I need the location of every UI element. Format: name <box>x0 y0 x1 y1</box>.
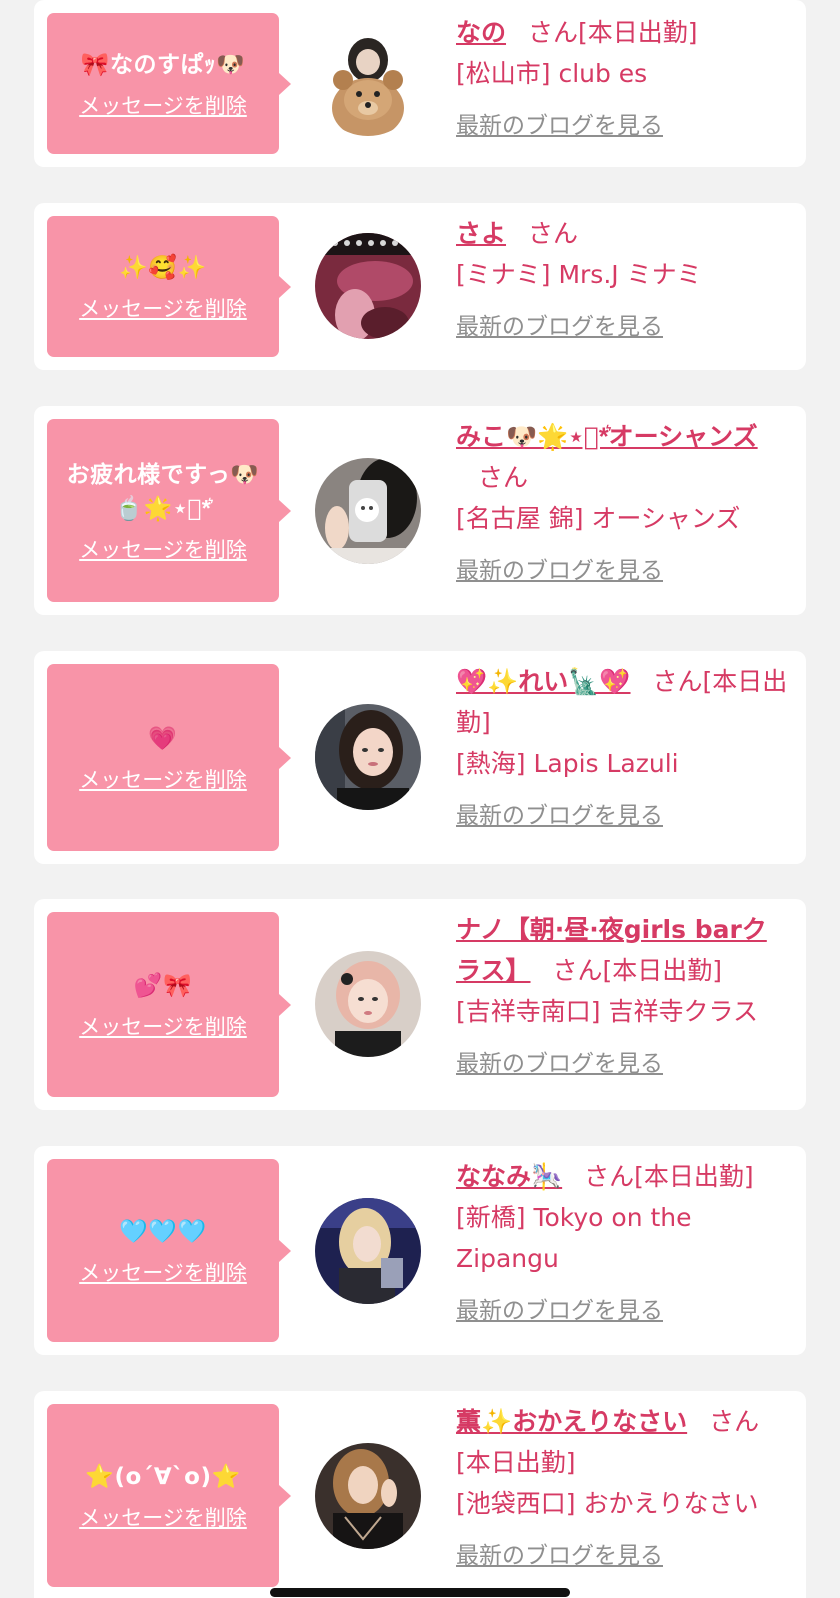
cast-info: さよ さん [ミナミ] Mrs.J ミナミ 最新のブログを見る <box>456 213 790 348</box>
message-text: 🎀なのすぱｯ🐶 <box>80 51 246 78</box>
message-bubble: お疲れ様ですっ🐶🍵🌟⋆͛*͛ メッセージを削除 <box>47 419 291 602</box>
mirror-selfie-photo-icon <box>315 458 421 564</box>
cast-name-link[interactable]: みこ🐶🌟⋆͛*͛オーシャンズ <box>456 422 758 451</box>
favorite-cast-list: 🎀なのすぱｯ🐶 メッセージを削除 なの さん[本日出勤] [松山市] club … <box>0 0 840 1598</box>
message-bubble: 🩵🩵🩵 メッセージを削除 <box>47 1159 291 1342</box>
list-item: 🩵🩵🩵 メッセージを削除 ななみ🎠 さん[本日出勤] [新橋] Tokyo on … <box>34 1146 806 1355</box>
avatar[interactable] <box>315 233 421 339</box>
pink-hair-portrait-photo-icon <box>315 951 421 1057</box>
pink-room-photo-icon <box>315 233 421 339</box>
honorific: さん <box>709 1407 760 1436</box>
latest-blog-link[interactable]: 最新のブログを見る <box>456 796 663 837</box>
honorific: さん <box>528 219 579 248</box>
dark-dress-portrait-photo-icon <box>315 1443 421 1549</box>
cast-name-link[interactable]: 薫✨おかえりなさい <box>456 1407 687 1436</box>
honorific: さん <box>652 667 703 696</box>
list-item: ⭐(o´∀`o)⭐ メッセージを削除 薫✨おかえりなさい さん [本日出勤] [池袋… <box>34 1391 806 1598</box>
cast-name-link[interactable]: ななみ🎠 <box>456 1162 562 1191</box>
latest-blog-link[interactable]: 最新のブログを見る <box>456 106 663 147</box>
avatar[interactable] <box>315 704 421 810</box>
shop-info: [ミナミ] Mrs.J ミナミ <box>456 260 702 289</box>
portrait-photo-icon <box>315 704 421 810</box>
list-item: 🎀なのすぱｯ🐶 メッセージを削除 なの さん[本日出勤] [松山市] club … <box>34 0 806 167</box>
latest-blog-link[interactable]: 最新のブログを見る <box>456 1291 663 1332</box>
avatar[interactable] <box>315 30 421 136</box>
work-status: [本日出勤] <box>634 1162 754 1191</box>
list-item: 💗 メッセージを削除 💖✨れい🗽💖 さん[本日出勤] [熱海] Lapis Laz… <box>34 651 806 864</box>
teddy-bear-photo-icon <box>315 30 421 136</box>
shop-info: [池袋西口] おかえりなさい <box>456 1489 759 1518</box>
shop-info: [松山市] club es <box>456 59 648 88</box>
avatar[interactable] <box>315 458 421 564</box>
cast-info: 💖✨れい🗽💖 さん[本日出勤] [熱海] Lapis Lazuli 最新のブログを… <box>456 661 790 837</box>
avatar[interactable] <box>315 951 421 1057</box>
cast-info: みこ🐶🌟⋆͛*͛オーシャンズさん [名古屋 錦] オーシャンズ 最新のブログを見… <box>456 416 790 592</box>
shop-info: [名古屋 錦] オーシャンズ <box>456 504 741 533</box>
shop-info: [吉祥寺南口] 吉祥寺クラス <box>456 997 758 1026</box>
blonde-portrait-photo-icon <box>315 1198 421 1304</box>
cast-info: ななみ🎠 さん[本日出勤] [新橋] Tokyo on the Zipangu 最… <box>456 1156 790 1332</box>
message-text: ✨🥰✨ <box>119 254 207 281</box>
message-bubble: 🎀なのすぱｯ🐶 メッセージを削除 <box>47 13 291 154</box>
latest-blog-link[interactable]: 最新のブログを見る <box>456 1044 663 1085</box>
delete-message-link[interactable]: メッセージを削除 <box>79 293 247 323</box>
shop-info: [新橋] Tokyo on the Zipangu <box>456 1203 692 1273</box>
list-item: 💕🎀 メッセージを削除 ナノ【朝·昼·夜girls barクラス】 さん[本日出勤… <box>34 899 806 1110</box>
cast-info: なの さん[本日出勤] [松山市] club es 最新のブログを見る <box>456 12 790 147</box>
message-text: お疲れ様ですっ🐶🍵🌟⋆͛*͛ <box>66 461 260 522</box>
cast-info: ナノ【朝·昼·夜girls barクラス】 さん[本日出勤] [吉祥寺南口] 吉祥… <box>456 909 790 1085</box>
cast-info: 薫✨おかえりなさい さん [本日出勤] [池袋西口] おかえりなさい 最新のブログを… <box>456 1401 790 1577</box>
work-status: [本日出勤] <box>602 956 723 985</box>
work-status: [本日出勤] <box>456 1448 576 1477</box>
work-status: [本日出勤] <box>578 18 698 47</box>
cast-name-link[interactable]: さよ <box>456 219 506 248</box>
message-bubble: 💗 メッセージを削除 <box>47 664 291 851</box>
honorific: さん <box>478 463 529 492</box>
delete-message-link[interactable]: メッセージを削除 <box>79 90 247 120</box>
home-indicator[interactable] <box>270 1588 570 1597</box>
delete-message-link[interactable]: メッセージを削除 <box>79 1257 247 1287</box>
latest-blog-link[interactable]: 最新のブログを見る <box>456 1536 663 1577</box>
message-bubble: 💕🎀 メッセージを削除 <box>47 912 291 1097</box>
shop-info: [熱海] Lapis Lazuli <box>456 749 679 778</box>
list-item: お疲れ様ですっ🐶🍵🌟⋆͛*͛ メッセージを削除 みこ🐶🌟⋆͛*͛オーシャンズさん… <box>34 406 806 615</box>
message-text: 💕🎀 <box>133 972 193 999</box>
delete-message-link[interactable]: メッセージを削除 <box>79 1011 247 1041</box>
honorific: さん <box>552 956 603 985</box>
message-bubble: ⭐(o´∀`o)⭐ メッセージを削除 <box>47 1404 291 1587</box>
list-item: ✨🥰✨ メッセージを削除 さよ さん [ミナミ] Mrs.J ミナミ 最新のブログ <box>34 203 806 370</box>
message-text: 🩵🩵🩵 <box>119 1218 207 1245</box>
latest-blog-link[interactable]: 最新のブログを見る <box>456 307 663 348</box>
cast-name-link[interactable]: 💖✨れい🗽💖 <box>456 667 631 696</box>
honorific: さん <box>584 1162 635 1191</box>
delete-message-link[interactable]: メッセージを削除 <box>79 1502 247 1532</box>
message-text: 💗 <box>148 725 178 752</box>
honorific: さん <box>528 18 579 47</box>
message-text: ⭐(o´∀`o)⭐ <box>85 1463 241 1490</box>
cast-name-link[interactable]: なの <box>456 18 506 47</box>
message-bubble: ✨🥰✨ メッセージを削除 <box>47 216 291 357</box>
avatar[interactable] <box>315 1198 421 1304</box>
delete-message-link[interactable]: メッセージを削除 <box>79 534 247 564</box>
avatar[interactable] <box>315 1443 421 1549</box>
latest-blog-link[interactable]: 最新のブログを見る <box>456 551 663 592</box>
delete-message-link[interactable]: メッセージを削除 <box>79 764 247 794</box>
